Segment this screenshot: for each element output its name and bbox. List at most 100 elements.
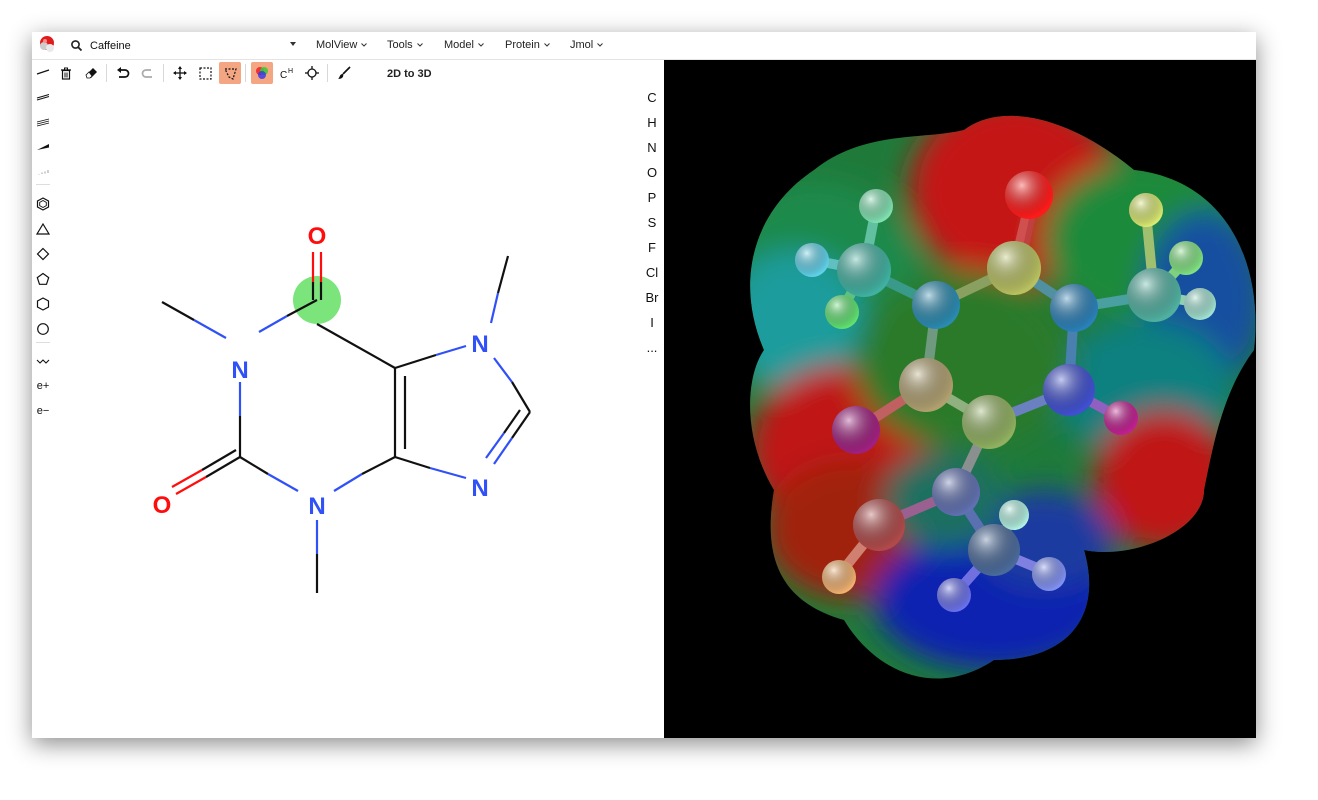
search-icon <box>71 40 83 52</box>
clear-button[interactable] <box>55 62 77 84</box>
bond <box>394 353 437 370</box>
bond <box>511 381 531 413</box>
crosshair-icon <box>305 66 319 80</box>
menu-tools-label: Tools <box>387 39 413 51</box>
charge-minus-tool[interactable]: e− <box>34 401 52 421</box>
benzene-tool[interactable] <box>34 194 52 214</box>
chevron-down-icon <box>361 43 368 47</box>
menu-molview-label: MolView <box>316 39 358 51</box>
center-button[interactable] <box>301 62 323 84</box>
menu-tools[interactable]: Tools <box>387 39 423 51</box>
element-br[interactable]: Br <box>640 290 664 305</box>
element-cl[interactable]: Cl <box>640 265 664 280</box>
charge-plus-tool[interactable]: e+ <box>34 376 52 396</box>
single-bond-icon <box>36 69 50 75</box>
chevron-down-icon <box>478 43 484 47</box>
cycloheptane-tool[interactable] <box>34 319 52 339</box>
bond <box>201 449 237 471</box>
divider <box>163 64 164 82</box>
color-mode-button[interactable] <box>251 62 273 84</box>
bond <box>429 466 467 480</box>
menu-protein[interactable]: Protein <box>505 39 550 51</box>
bond <box>258 315 288 333</box>
eraser-button[interactable] <box>80 62 102 84</box>
cyclohexane-tool[interactable] <box>34 294 52 314</box>
convert-2d-to-3d-button[interactable]: 2D to 3D <box>387 68 432 80</box>
caffeine-2d-structure: O O N N N N <box>153 223 531 593</box>
search-dropdown-icon[interactable] <box>290 42 296 46</box>
bond <box>239 456 269 475</box>
bond <box>205 456 241 478</box>
element-s[interactable]: S <box>640 215 664 230</box>
triangle-ring-icon <box>36 222 50 235</box>
chain-tool[interactable] <box>34 351 52 371</box>
cyclobutane-tool[interactable] <box>34 244 52 264</box>
trash-icon <box>61 67 71 80</box>
rectangle-select-icon <box>198 66 212 80</box>
element-f[interactable]: F <box>640 240 664 255</box>
charge-plus-label: e+ <box>36 380 50 392</box>
chevron-down-icon <box>597 43 604 47</box>
menu-model[interactable]: Model <box>444 39 484 51</box>
bond <box>333 473 363 492</box>
atom-label-nitrogen: N <box>471 331 488 358</box>
wedge-bond-icon <box>37 144 49 150</box>
cyclopropane-tool[interactable] <box>34 219 52 239</box>
single-bond-tool[interactable] <box>34 62 52 82</box>
bond <box>267 473 299 492</box>
chevron-down-icon <box>544 43 550 47</box>
element-i[interactable]: I <box>640 315 664 330</box>
bond <box>161 301 195 321</box>
bond <box>175 476 207 495</box>
cyclopentane-tool[interactable] <box>34 269 52 289</box>
rect-select-button[interactable] <box>194 62 216 84</box>
bond <box>435 344 467 357</box>
bond <box>496 255 510 294</box>
undo-button[interactable] <box>112 62 134 84</box>
element-h[interactable]: H <box>640 115 664 130</box>
redo-icon <box>141 68 152 78</box>
triple-bond-icon <box>36 118 50 126</box>
left-toolbar: e+ e− <box>32 59 54 459</box>
move-icon <box>173 66 187 80</box>
bond <box>193 319 227 339</box>
menu-molview[interactable]: MolView <box>316 39 368 51</box>
atom-label-oxygen: O <box>153 492 172 519</box>
clean-button[interactable] <box>333 62 355 84</box>
menu-jmol[interactable]: Jmol <box>570 39 604 51</box>
show-hydrogens-button[interactable]: CH <box>276 62 298 84</box>
triple-bond-tool[interactable] <box>34 112 52 132</box>
chain-icon <box>36 359 50 364</box>
lasso-select-button[interactable] <box>219 62 241 84</box>
element-n[interactable]: N <box>640 140 664 155</box>
circle-ring-icon <box>37 323 49 335</box>
element-p[interactable]: P <box>640 190 664 205</box>
bond <box>493 357 513 383</box>
atom-label-nitrogen: N <box>471 475 488 502</box>
3d-model-viewer[interactable] <box>664 60 1256 738</box>
sketch-toolbar: CH 2D to 3D <box>54 60 474 86</box>
brush-icon <box>338 66 351 79</box>
bond <box>171 469 203 488</box>
eraser-icon <box>85 67 97 78</box>
element-more[interactable]: ... <box>640 340 664 355</box>
double-bond-tool[interactable] <box>34 87 52 107</box>
bond <box>316 323 396 369</box>
menu-jmol-label: Jmol <box>570 39 594 51</box>
redo-button[interactable] <box>137 62 159 84</box>
molview-logo-icon[interactable] <box>36 35 56 55</box>
search-box[interactable]: Caffeine <box>65 37 300 55</box>
element-c[interactable]: C <box>640 90 664 105</box>
divider <box>36 342 50 343</box>
hash-bond-icon <box>38 170 49 175</box>
search-input[interactable]: Caffeine <box>90 40 131 52</box>
sketcher-canvas[interactable]: O O N N N N <box>54 88 654 738</box>
divider <box>36 184 50 185</box>
hash-bond-tool[interactable] <box>34 162 52 182</box>
top-menu-bar: Caffeine MolView Tools Model Protein Jmo… <box>32 32 1256 60</box>
pentagon-ring-icon <box>36 272 50 285</box>
element-o[interactable]: O <box>640 165 664 180</box>
move-button[interactable] <box>169 62 191 84</box>
hexagon-ring-icon <box>36 297 50 311</box>
wedge-bond-tool[interactable] <box>34 137 52 157</box>
